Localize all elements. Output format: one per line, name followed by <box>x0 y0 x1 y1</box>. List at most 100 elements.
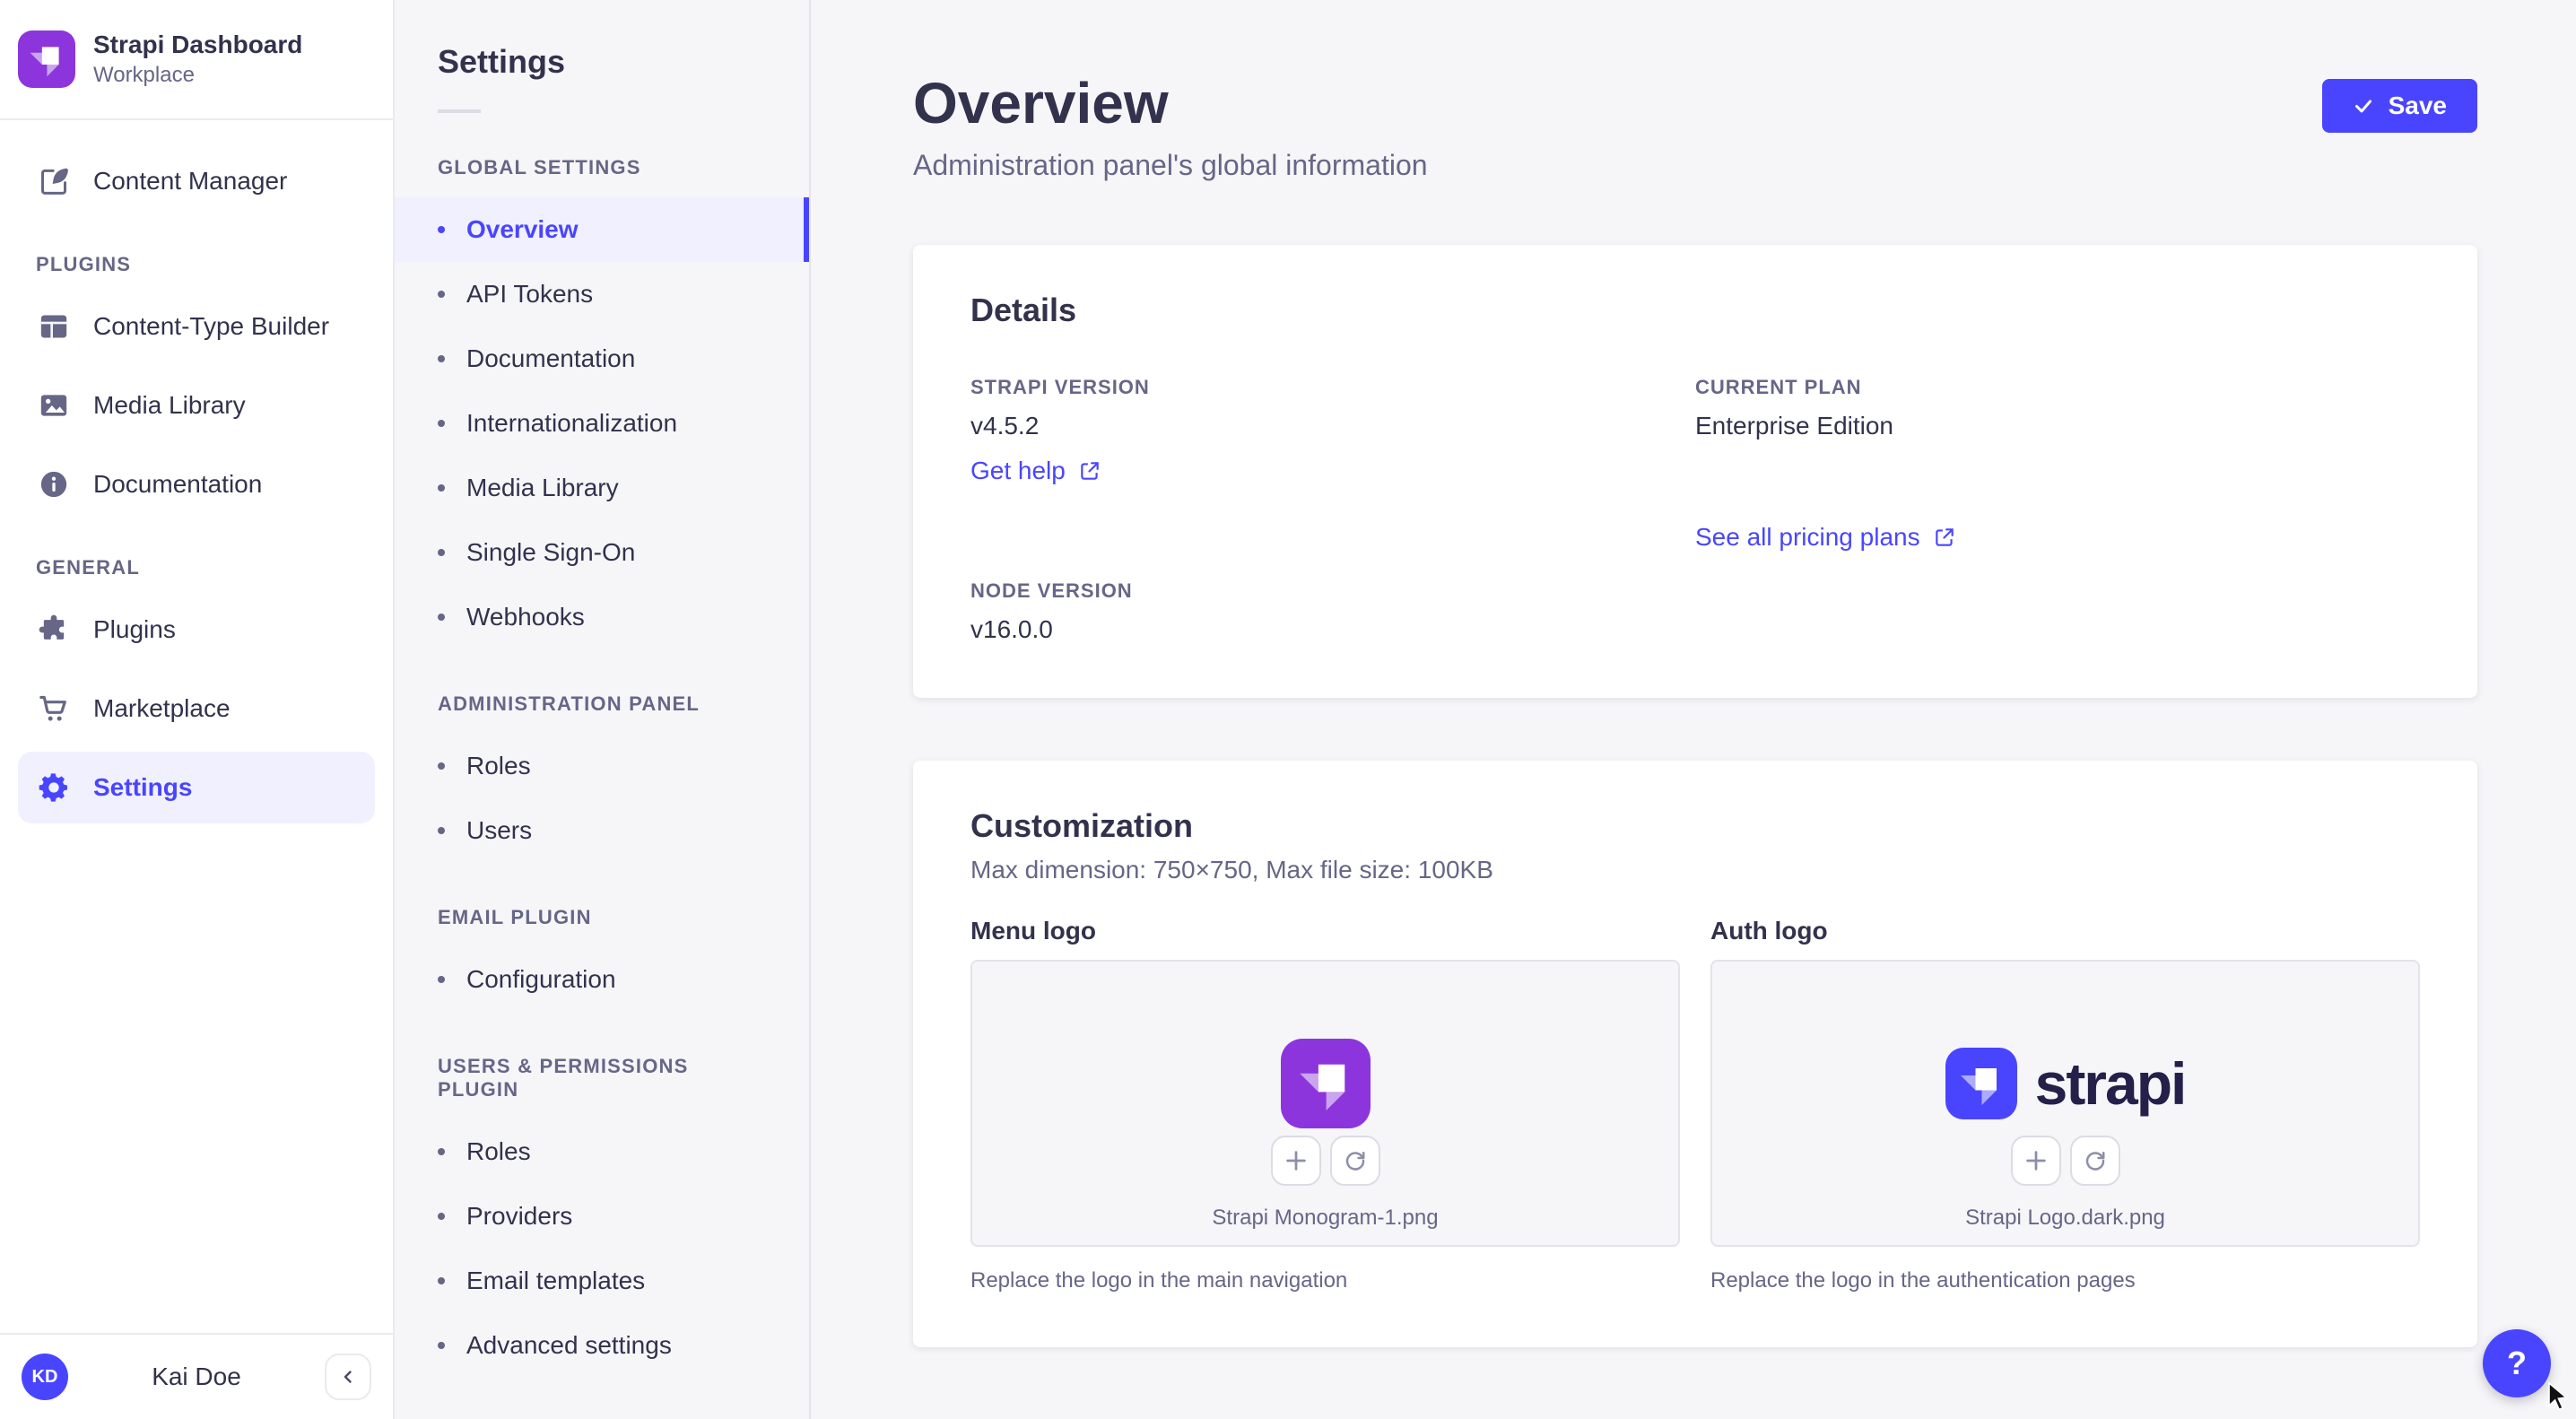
workspace-brand-text: Strapi Dashboard Workplace <box>93 30 302 89</box>
details-card: Details STRAPI VERSION v4.5.2 Get help <box>913 245 2477 698</box>
details-right-column: CURRENT PLAN Enterprise Edition See all … <box>1695 376 2420 644</box>
workspace-brand[interactable]: Strapi Dashboard Workplace <box>0 0 393 120</box>
subnav-item-up-roles[interactable]: Roles <box>395 1119 809 1184</box>
subnav-section-users-permissions-plugin: USERS & PERMISSIONS PLUGIN <box>438 1055 766 1101</box>
logos-grid: Menu logo <box>970 917 2420 1293</box>
subnav-item-api-tokens[interactable]: API Tokens <box>395 262 809 326</box>
subnav-item-single-sign-on[interactable]: Single Sign-On <box>395 520 809 585</box>
refresh-icon <box>1342 1147 1369 1174</box>
sidebar-item-content-type-builder[interactable]: Content-Type Builder <box>18 291 375 362</box>
subnav-item-webhooks[interactable]: Webhooks <box>395 585 809 649</box>
subnav-item-email-templates[interactable]: Email templates <box>395 1249 809 1313</box>
subnav-item-label: Media Library <box>466 474 619 502</box>
strapi-version-value: v4.5.2 <box>970 412 1695 440</box>
user-name: Kai Doe <box>83 1362 310 1391</box>
subnav-item-documentation[interactable]: Documentation <box>395 326 809 391</box>
add-logo-button[interactable] <box>1271 1136 1321 1186</box>
strapi-wordmark: strapi <box>2035 1054 2186 1113</box>
page-title: Overview <box>913 72 1428 135</box>
pen-square-icon <box>36 163 72 199</box>
sidebar-item-label: Documentation <box>93 470 262 499</box>
auth-logo-label: Auth logo <box>1710 917 2420 945</box>
page-subtitle: Administration panel's global informatio… <box>913 149 1428 182</box>
chevron-left-icon <box>337 1366 359 1388</box>
subnav-item-label: Overview <box>466 215 579 244</box>
sidebar-footer: KD Kai Doe <box>0 1333 393 1419</box>
sidebar-item-label: Plugins <box>93 615 176 644</box>
main-nav: Content Manager PLUGINS Content-Type Bui… <box>0 120 393 1333</box>
plus-icon <box>2023 1147 2049 1174</box>
bullet-icon <box>438 762 445 770</box>
auth-logo-preview: strapi <box>1945 1039 2186 1128</box>
collapse-sidebar-button[interactable] <box>325 1354 371 1400</box>
menu-logo-upload-area[interactable]: Strapi Monogram-1.png <box>970 960 1680 1247</box>
get-help-link[interactable]: Get help <box>970 457 1101 485</box>
customization-card: Customization Max dimension: 750×750, Ma… <box>913 761 2477 1347</box>
menu-logo-filename: Strapi Monogram-1.png <box>1212 1206 1438 1231</box>
auth-logo-block: Auth logo strapi <box>1710 917 2420 1293</box>
reset-logo-button[interactable] <box>1330 1136 1380 1186</box>
save-button[interactable]: Save <box>2322 79 2477 133</box>
sidebar-item-plugins[interactable]: Plugins <box>18 594 375 666</box>
menu-logo-actions <box>1271 1136 1380 1186</box>
external-link-icon <box>1933 526 1956 549</box>
subnav-item-media-library[interactable]: Media Library <box>395 456 809 520</box>
subnav-item-admin-users[interactable]: Users <box>395 798 809 863</box>
pricing-plans-link[interactable]: See all pricing plans <box>1695 523 1956 552</box>
bullet-icon <box>438 1342 445 1349</box>
auth-logo-filename: Strapi Logo.dark.png <box>1965 1206 2165 1231</box>
subnav-item-label: Email templates <box>466 1267 645 1295</box>
sidebar-item-label: Marketplace <box>93 694 231 723</box>
subnav-item-admin-roles[interactable]: Roles <box>395 734 809 798</box>
subnav-item-email-configuration[interactable]: Configuration <box>395 947 809 1012</box>
subnav-item-label: Roles <box>466 1137 531 1166</box>
bullet-icon <box>438 827 445 834</box>
customization-card-subtitle: Max dimension: 750×750, Max file size: 1… <box>970 856 2420 884</box>
subnav-item-providers[interactable]: Providers <box>395 1184 809 1249</box>
sidebar-item-media-library[interactable]: Media Library <box>18 370 375 441</box>
settings-subnav-title: Settings <box>395 43 809 81</box>
puzzle-icon <box>36 612 72 648</box>
sidebar-item-documentation[interactable]: Documentation <box>18 448 375 520</box>
subnav-item-label: Advanced settings <box>466 1331 672 1360</box>
sidebar-item-content-manager[interactable]: Content Manager <box>18 145 375 217</box>
info-circle-icon <box>36 466 72 502</box>
subnav-item-label: Providers <box>466 1202 572 1231</box>
subnav-divider <box>438 109 481 113</box>
bullet-icon <box>438 549 445 556</box>
current-plan-label: CURRENT PLAN <box>1695 376 2420 399</box>
strapi-admin-app: Strapi Dashboard Workplace Content Manag… <box>0 0 2576 1419</box>
subnav-section-email-plugin: EMAIL PLUGIN <box>438 906 766 929</box>
subnav-item-label: Users <box>466 816 532 845</box>
get-help-link-label: Get help <box>970 457 1066 485</box>
sidebar-item-marketplace[interactable]: Marketplace <box>18 673 375 744</box>
mouse-cursor <box>2547 1381 2571 1419</box>
workspace-subtitle: Workplace <box>93 63 302 89</box>
sidebar-section-plugins: PLUGINS <box>36 253 357 276</box>
subnav-item-overview[interactable]: Overview <box>395 197 809 262</box>
bullet-icon <box>438 614 445 621</box>
bullet-icon <box>438 1148 445 1155</box>
shopping-cart-icon <box>36 691 72 727</box>
details-grid: STRAPI VERSION v4.5.2 Get help <box>970 376 2420 644</box>
bullet-icon <box>438 291 445 298</box>
menu-logo-caption: Replace the logo in the main navigation <box>970 1268 1680 1293</box>
main-sidebar: Strapi Dashboard Workplace Content Manag… <box>0 0 395 1419</box>
subnav-item-internationalization[interactable]: Internationalization <box>395 391 809 456</box>
main-content: Overview Administration panel's global i… <box>811 0 2576 1419</box>
node-version-field: NODE VERSION v16.0.0 <box>970 579 1695 644</box>
reset-logo-button[interactable] <box>2070 1136 2120 1186</box>
sidebar-item-settings[interactable]: Settings <box>18 752 375 823</box>
subnav-item-label: Webhooks <box>466 603 585 631</box>
settings-subnav: Settings GLOBAL SETTINGS Overview API To… <box>395 0 811 1419</box>
help-button[interactable]: ? <box>2483 1329 2551 1397</box>
subnav-item-advanced-settings[interactable]: Advanced settings <box>395 1313 809 1378</box>
auth-logo-upload-area[interactable]: strapi <box>1710 960 2420 1247</box>
user-avatar[interactable]: KD <box>22 1354 68 1400</box>
subnav-item-label: Configuration <box>466 965 616 994</box>
subnav-item-label: Roles <box>466 752 531 780</box>
add-logo-button[interactable] <box>2011 1136 2061 1186</box>
bullet-icon <box>438 976 445 983</box>
customization-card-title: Customization <box>970 807 2420 845</box>
auth-logo-actions <box>2011 1136 2120 1186</box>
